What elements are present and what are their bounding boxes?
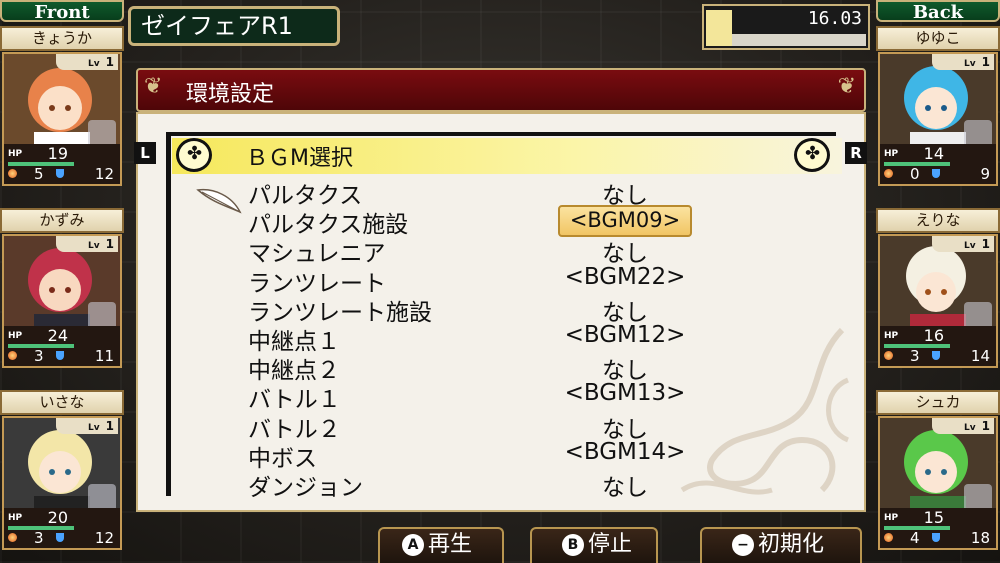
level-badge: Lv 1: [932, 418, 994, 434]
party-member-card[interactable]: えりな Lv 1 HP 16 3 14: [876, 208, 1000, 370]
member-name: えりな: [876, 208, 1000, 233]
a-button-icon: A: [402, 534, 424, 556]
portrait-frame: Lv 1 HP 14 0 9: [878, 52, 998, 186]
bgm-list: パルタクス なし パルタクス施設 <BGM09> マシュレニア なし ランツレート <B…: [248, 176, 748, 501]
party-member-card[interactable]: いさな Lv 1 HP 20 3 12: [0, 390, 124, 552]
member-stats: HP 19 5 12: [4, 144, 120, 184]
hp-value: 19: [47, 144, 68, 163]
party-member-card[interactable]: シュカ Lv 1 HP 15 4 18: [876, 390, 1000, 552]
party-member-card[interactable]: きょうか Lv 1 HP 19 5 12: [0, 26, 124, 188]
front-party-panel: Front きょうか Lv 1 HP 19 5 12 かずみ Lv 1 HP 2…: [0, 0, 124, 563]
member-stats: HP 20 3 12: [4, 508, 120, 548]
list-item[interactable]: バトル１ <BGM13>: [248, 380, 748, 413]
list-item[interactable]: パルタクス施設 <BGM09>: [248, 205, 748, 238]
r-shoulder-button[interactable]: R: [845, 142, 867, 164]
reset-button[interactable]: − 初期化: [700, 527, 862, 563]
stop-button[interactable]: B 停止: [530, 527, 658, 563]
list-item[interactable]: 中ボス <BGM14>: [248, 438, 748, 472]
hp-value: 20: [47, 508, 68, 527]
shield-icon: [56, 533, 64, 542]
portrait-frame: Lv 1 HP 16 3 14: [878, 234, 998, 368]
member-name: いさな: [0, 390, 124, 415]
shield-icon: [932, 351, 940, 360]
orb-icon: [884, 351, 893, 360]
panel-title: 環境設定: [186, 82, 275, 107]
frame-line: [166, 132, 171, 496]
level-badge: Lv 1: [56, 418, 118, 434]
member-stats: HP 24 3 11: [4, 326, 120, 366]
member-name: きょうか: [0, 26, 124, 51]
front-header: Front: [0, 0, 124, 23]
ornament-icon: ❦: [837, 74, 856, 99]
shield-icon: [56, 169, 64, 178]
list-item[interactable]: バトル２ なし: [248, 410, 748, 443]
l-shoulder-button[interactable]: L: [134, 142, 156, 164]
ornament-icon: ❦: [144, 74, 163, 99]
party-member-card[interactable]: ゆゆこ Lv 1 HP 14 0 9: [876, 26, 1000, 188]
level-badge: Lv 1: [56, 54, 118, 70]
hp-value: 16: [923, 326, 944, 345]
back-party-panel: Back ゆゆこ Lv 1 HP 14 0 9 えりな Lv 1 HP 16 3…: [876, 0, 1000, 563]
frame-line: [166, 132, 836, 136]
orb-icon: [8, 351, 17, 360]
level-badge: Lv 1: [56, 236, 118, 252]
orb-icon: [8, 533, 17, 542]
back-header: Back: [876, 0, 1000, 23]
location-title: ゼイフェアR1: [128, 6, 340, 46]
orb-icon: [8, 169, 17, 178]
bgm-value: なし: [602, 474, 648, 501]
party-member-card[interactable]: かずみ Lv 1 HP 24 3 11: [0, 208, 124, 370]
timer-bar: [732, 34, 866, 46]
member-name: シュカ: [876, 390, 1000, 415]
bgm-value: <BGM12>: [564, 321, 686, 348]
b-button-icon: B: [562, 534, 584, 556]
member-stats: HP 16 3 14: [880, 326, 996, 366]
timer-value: 16.03: [807, 8, 862, 29]
bgm-value: <BGM13>: [564, 380, 686, 407]
portrait-frame: Lv 1 HP 20 3 12: [2, 416, 122, 550]
member-name: かずみ: [0, 208, 124, 233]
section-title: ＢＧM選択: [246, 146, 353, 171]
portrait-frame: Lv 1 HP 15 4 18: [878, 416, 998, 550]
shield-icon: [932, 169, 940, 178]
member-stats: HP 14 0 9: [880, 144, 996, 184]
list-item[interactable]: パルタクス なし: [248, 176, 748, 209]
list-item[interactable]: 中継点１ <BGM12>: [248, 321, 748, 355]
hp-value: 15: [923, 508, 944, 527]
minus-button-icon: −: [732, 534, 754, 556]
shield-icon: [932, 533, 940, 542]
settings-header: ❦ 環境設定 ❦: [136, 68, 866, 112]
list-item[interactable]: ランツレート施設 なし: [248, 293, 748, 326]
list-item[interactable]: ダンジョン なし: [248, 468, 748, 501]
list-item[interactable]: ランツレート <BGM22>: [248, 263, 748, 297]
knot-ornament-icon: ✤: [794, 138, 830, 172]
quill-cursor-icon: [196, 188, 242, 214]
bgm-value: <BGM14>: [564, 438, 686, 465]
bgm-value: <BGM22>: [564, 263, 686, 290]
hp-value: 14: [923, 144, 944, 163]
list-item[interactable]: 中継点２ なし: [248, 351, 748, 384]
play-button[interactable]: A 再生: [378, 527, 504, 563]
orb-icon: [884, 169, 893, 178]
orb-icon: [884, 533, 893, 542]
hp-value: 24: [47, 326, 68, 345]
member-stats: HP 15 4 18: [880, 508, 996, 548]
portrait-frame: Lv 1 HP 24 3 11: [2, 234, 122, 368]
portrait-frame: Lv 1 HP 19 5 12: [2, 52, 122, 186]
shield-icon: [56, 351, 64, 360]
list-item[interactable]: マシュレニア なし: [248, 234, 748, 267]
member-name: ゆゆこ: [876, 26, 1000, 51]
bgm-value-selected: <BGM09>: [558, 205, 692, 238]
level-badge: Lv 1: [932, 236, 994, 252]
timer-box: 16.03: [702, 4, 870, 50]
knot-ornament-icon: ✤: [176, 138, 212, 172]
level-badge: Lv 1: [932, 54, 994, 70]
